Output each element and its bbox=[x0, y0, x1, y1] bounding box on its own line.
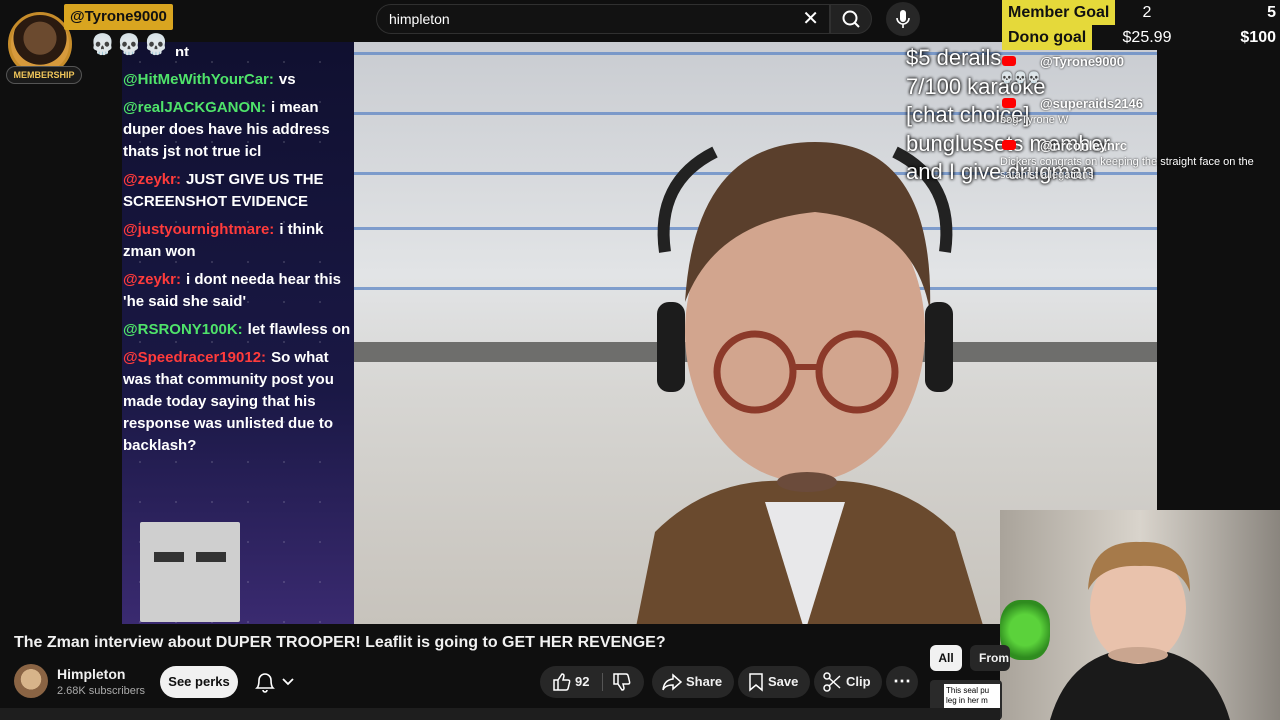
chat-text: let flawless on bbox=[247, 321, 351, 338]
goals-widget: Member Goal 2 5 Dono goal $25.99 $100 bbox=[1002, 0, 1280, 50]
skull-emojis: 💀💀💀 bbox=[90, 34, 171, 56]
like-count[interactable]: 92 bbox=[575, 666, 589, 698]
stream-chat-message: @superaids2146 bog Tyrone W bbox=[1000, 94, 1278, 136]
stream-chat-username: @superaids2146 bbox=[1040, 96, 1144, 111]
chat-username: @HitMeWithYourCar: bbox=[123, 71, 274, 88]
stream-chat-username: @nrconleynrc bbox=[1040, 138, 1128, 153]
youtube-badge-icon bbox=[1002, 140, 1038, 152]
chat-username: @RSRONY100K: bbox=[123, 321, 243, 338]
bell-icon bbox=[255, 673, 294, 693]
bookmark-icon bbox=[749, 673, 763, 692]
chat-username: @justyournightmare: bbox=[123, 221, 275, 238]
filter-chip-from[interactable]: From bbox=[970, 645, 1010, 671]
search-bar[interactable]: himpleton ✕ bbox=[376, 4, 830, 34]
search-button[interactable] bbox=[830, 4, 872, 34]
chevron-down-icon bbox=[282, 678, 294, 686]
save-button[interactable]: Save bbox=[738, 666, 810, 698]
chat-message: @HitMeWithYourCar: vs bbox=[123, 69, 353, 91]
clip-button[interactable]: Clip bbox=[814, 666, 882, 698]
scissors-icon bbox=[823, 672, 841, 692]
avatar-image bbox=[140, 522, 240, 622]
chat-username: @zeykr: bbox=[123, 271, 181, 288]
chat-text: vs bbox=[278, 71, 296, 88]
share-button[interactable]: Share bbox=[652, 666, 734, 698]
stream-chat-message: @nrconleynrc Dickers congrats on keeping … bbox=[1000, 136, 1278, 181]
subscriber-count: 2.68K subscribers bbox=[57, 685, 146, 697]
chat-message: @RSRONY100K: let flawless on bbox=[123, 319, 353, 341]
stream-chat-message: @Tyrone9000 💀💀💀 bbox=[1000, 52, 1278, 94]
stream-chat-overlay: @Tyrone9000 💀💀💀 @superaids2146 bog Tyrone W… bbox=[1000, 52, 1278, 181]
divider bbox=[602, 673, 603, 691]
notifications-button[interactable] bbox=[245, 666, 307, 698]
streamer-webcam bbox=[1000, 510, 1280, 720]
see-perks-button[interactable]: See perks bbox=[160, 666, 238, 698]
stream-chat-text: Dickers congrats on keeping the straight… bbox=[1000, 156, 1254, 181]
filter-chip-all[interactable]: All bbox=[930, 645, 962, 671]
membership-label: MEMBERSHIP bbox=[6, 66, 82, 84]
chat-message: @Speedracer19012: So what was that commun… bbox=[123, 347, 353, 457]
like-dislike-group: 92 bbox=[540, 666, 644, 698]
chat-message: @justyournightmare: i think zman won bbox=[123, 219, 353, 263]
chat-username: @Speedracer19012: bbox=[123, 349, 267, 366]
member-goal-label: Member Goal bbox=[1002, 0, 1116, 25]
channel-name[interactable]: Himpleton bbox=[57, 666, 125, 682]
search-input[interactable]: himpleton bbox=[389, 11, 450, 27]
chat-message: @zeykr: i dont needa hear this 'he said s… bbox=[123, 269, 353, 313]
streamer-figure bbox=[1050, 541, 1230, 720]
youtube-badge-icon bbox=[1002, 98, 1038, 110]
stream-chat-text: 💀💀💀 bbox=[1000, 72, 1042, 84]
save-label: Save bbox=[768, 674, 799, 689]
video-title: The Zman interview about DUPER TROOPER! … bbox=[14, 634, 666, 651]
stream-chat-username: @Tyrone9000 bbox=[1040, 54, 1124, 69]
chat-message: @zeykr: JUST GIVE US THE SCREENSHOT EVIDE… bbox=[123, 169, 353, 213]
clear-search-icon[interactable]: ✕ bbox=[802, 8, 819, 30]
bottom-bar bbox=[0, 708, 1000, 720]
overlay-chat-list: nt @HitMeWithYourCar: vs @realJACKGANON: i … bbox=[123, 42, 353, 463]
stream-chat-text: bog Tyrone W bbox=[1000, 114, 1069, 126]
member-goal-row: Member Goal 2 5 bbox=[1002, 0, 1280, 25]
channel-avatar[interactable] bbox=[14, 664, 48, 698]
member-name-tag: @Tyrone9000 bbox=[64, 4, 173, 30]
clip-label: Clip bbox=[846, 674, 871, 689]
overlay-chat-panel: nt @HitMeWithYourCar: vs @realJACKGANON: i … bbox=[122, 42, 354, 624]
search-icon bbox=[842, 10, 860, 28]
member-goal-current: 2 bbox=[1142, 4, 1152, 21]
chat-message: @realJACKGANON: i mean duper does have hi… bbox=[123, 97, 353, 163]
share-icon bbox=[662, 673, 683, 691]
chat-username: @realJACKGANON: bbox=[123, 99, 266, 116]
like-icon[interactable] bbox=[550, 666, 574, 698]
more-icon: ⋯ bbox=[893, 671, 911, 691]
more-actions-button[interactable]: ⋯ bbox=[886, 666, 918, 698]
dono-goal-target: $100 bbox=[1240, 29, 1276, 46]
voice-search-button[interactable] bbox=[886, 2, 920, 36]
youtube-badge-icon bbox=[1002, 56, 1038, 68]
dislike-icon[interactable] bbox=[610, 666, 634, 698]
share-label: Share bbox=[686, 674, 723, 689]
chat-username: @zeykr: bbox=[123, 171, 181, 188]
youtube-watch-page: himpleton ✕ nt @HitMeWithYourCar: vs @re… bbox=[0, 0, 1280, 720]
member-goal-target: 5 bbox=[1267, 4, 1276, 21]
microphone-icon bbox=[896, 10, 910, 28]
